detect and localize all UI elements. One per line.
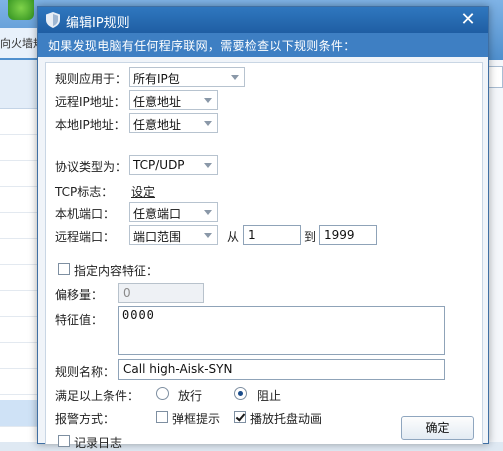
list-item-selected (0, 400, 40, 427)
tcp-flags-label: TCP标志： (55, 185, 114, 199)
close-button[interactable]: ✕ (455, 9, 481, 31)
list-item (0, 316, 40, 343)
content-feature-label: 指定内容特征： (74, 264, 159, 278)
port-to-value: 1999 (324, 228, 355, 242)
chevron-down-icon (204, 233, 212, 238)
list-item (0, 368, 40, 395)
remote-ip-select[interactable]: 任意地址 (129, 90, 218, 110)
local-port-value: 任意端口 (133, 207, 182, 221)
background-list-header (0, 60, 40, 109)
port-to-label: 到 (304, 230, 317, 244)
list-item (0, 160, 40, 187)
apply-to-select[interactable]: 所有IP包 (129, 67, 245, 87)
chevron-down-icon (204, 163, 212, 168)
alarm-label: 报警方式： (55, 412, 116, 426)
block-label: 阻止 (257, 389, 282, 403)
allow-label: 放行 (178, 389, 203, 403)
list-item (0, 134, 40, 161)
list-item (0, 108, 40, 135)
log-label: 记录日志 (74, 436, 123, 450)
port-from-value: 1 (248, 228, 256, 242)
rule-name-input[interactable]: Call high-Aisk-SYN (118, 359, 445, 380)
list-item (0, 290, 40, 317)
offset-label: 偏移量： (55, 288, 104, 302)
chevron-down-icon (231, 75, 239, 80)
rule-form-panel: 规则应用于： 所有IP包 远程IP地址： 任意地址 本地IP地址： 任意地址 协… (45, 62, 483, 450)
edit-ip-rule-dialog: 编辑IP规则 ✕ 如果发现电脑有任何程序联网，需要检查以下规则条件： 规则应用于… (37, 6, 489, 450)
log-checkbox[interactable] (58, 435, 70, 447)
list-item (0, 186, 40, 213)
local-port-select[interactable]: 任意端口 (129, 202, 218, 222)
rule-name-label: 规则名称： (55, 365, 116, 379)
tray-animation-label: 播放托盘动画 (250, 412, 323, 426)
chevron-down-icon (204, 121, 212, 126)
list-item (0, 342, 40, 369)
content-feature-checkbox[interactable] (58, 263, 70, 275)
chevron-down-icon (204, 210, 212, 215)
close-icon: ✕ (460, 9, 476, 30)
signature-value: 0000 (122, 308, 155, 322)
apply-to-label: 规则应用于： (55, 72, 128, 86)
remote-ip-label: 远程IP地址： (55, 95, 126, 109)
list-item (0, 264, 40, 291)
offset-value: 0 (123, 286, 131, 300)
popup-label: 弹框提示 (172, 412, 221, 426)
block-radio[interactable] (234, 387, 247, 400)
protocol-label: 协议类型为： (55, 160, 128, 174)
local-port-label: 本机端口： (55, 207, 116, 221)
tcp-flags-settings-link[interactable]: 设定 (131, 183, 155, 200)
signature-label: 特征值： (55, 313, 104, 327)
list-item (0, 238, 40, 265)
local-ip-label: 本地IP地址： (55, 118, 126, 132)
dialog-title: 编辑IP规则 (66, 16, 130, 31)
list-item (0, 212, 40, 239)
tray-animation-checkbox[interactable] (234, 411, 246, 423)
ok-button[interactable]: 确定 (401, 416, 474, 440)
remote-port-select[interactable]: 端口范围 (129, 225, 218, 245)
shield-icon (46, 12, 60, 28)
apply-to-value: 所有IP包 (133, 72, 180, 86)
protocol-select[interactable]: TCP/UDP (129, 155, 218, 175)
remote-port-value: 端口范围 (133, 230, 182, 244)
condition-label: 满足以上条件： (55, 389, 140, 403)
rule-name-value: Call high-Aisk-SYN (123, 362, 233, 376)
remote-ip-value: 任意地址 (133, 95, 182, 109)
port-from-label: 从 (227, 230, 240, 244)
remote-port-label: 远程端口： (55, 230, 116, 244)
dialog-subtitle-bar: 如果发现电脑有任何程序联网，需要检查以下规则条件： (38, 33, 488, 57)
dialog-subtitle: 如果发现电脑有任何程序联网，需要检查以下规则条件： (48, 39, 356, 53)
allow-radio[interactable] (156, 387, 169, 400)
chevron-down-icon (204, 98, 212, 103)
background-list (0, 60, 40, 442)
signature-textarea[interactable]: 0000 (118, 306, 445, 355)
port-from-input[interactable]: 1 (243, 225, 301, 245)
protocol-value: TCP/UDP (133, 158, 185, 172)
popup-checkbox[interactable] (156, 411, 168, 423)
local-ip-value: 任意地址 (133, 118, 182, 132)
dialog-titlebar[interactable]: 编辑IP规则 ✕ (38, 7, 488, 33)
offset-input[interactable]: 0 (118, 283, 204, 303)
local-ip-select[interactable]: 任意地址 (129, 113, 218, 133)
app-shield-icon (8, 0, 34, 20)
port-to-input[interactable]: 1999 (319, 225, 377, 245)
background-field (487, 66, 503, 88)
